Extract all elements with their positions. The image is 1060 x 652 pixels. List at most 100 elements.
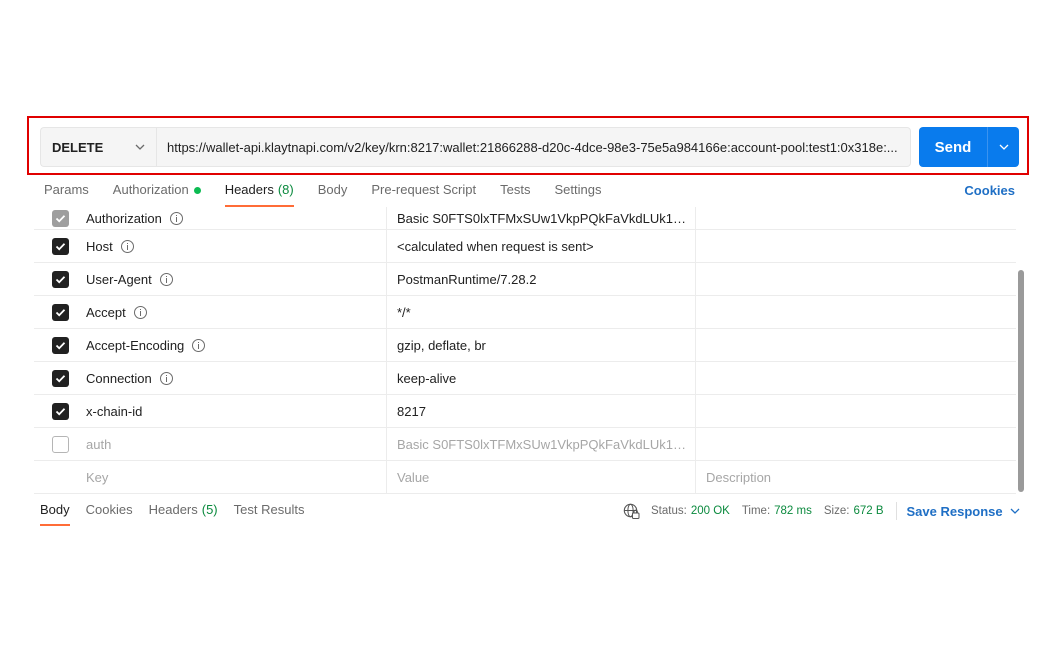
- info-icon[interactable]: [159, 371, 173, 385]
- table-row: Accept-Encoding gzip, deflate, br: [34, 329, 1016, 362]
- table-row: auth Basic S0FTS0lxTFMxSUw1VkpPQkFaVkdLU…: [34, 428, 1016, 461]
- save-response-label: Save Response: [906, 503, 1003, 519]
- info-icon[interactable]: [169, 211, 183, 225]
- key-input[interactable]: Key: [86, 461, 386, 493]
- check-icon: [55, 407, 65, 415]
- header-description[interactable]: [695, 296, 1016, 328]
- value-text: Basic S0FTS0lxTFMxSUw1VkpPQkFaVkdLUk1LOk…: [397, 210, 692, 226]
- tab-settings[interactable]: Settings: [554, 180, 601, 208]
- header-key[interactable]: x-chain-id: [86, 395, 386, 427]
- info-icon[interactable]: [192, 338, 206, 352]
- tab-label: Params: [44, 182, 89, 197]
- divider: [895, 502, 897, 520]
- value-text: PostmanRuntime/7.28.2: [397, 271, 537, 287]
- method-select[interactable]: DELETE: [40, 127, 156, 167]
- check-icon: [55, 374, 65, 382]
- check-icon: [55, 214, 65, 222]
- tab-authorization[interactable]: Authorization: [113, 180, 201, 208]
- checkbox-cell: [34, 428, 86, 460]
- tab-response-body[interactable]: Body: [40, 500, 70, 526]
- header-description[interactable]: [695, 428, 1016, 460]
- value-text: <calculated when request is sent>: [397, 238, 594, 254]
- tab-pre-request-script[interactable]: Pre-request Script: [371, 180, 476, 208]
- header-value[interactable]: */*: [386, 296, 695, 328]
- header-key[interactable]: Host: [86, 230, 386, 262]
- tab-response-cookies[interactable]: Cookies: [86, 500, 133, 526]
- value-input[interactable]: Value: [386, 461, 695, 493]
- url-input[interactable]: https://wallet-api.klaytnapi.com/v2/key/…: [156, 127, 911, 167]
- header-value[interactable]: gzip, deflate, br: [386, 329, 695, 361]
- checkbox[interactable]: [51, 402, 69, 420]
- response-status-bar: Status: 200 OK Time: 782 ms Size: 672 B …: [623, 502, 1021, 520]
- tab-label: Test Results: [233, 502, 305, 517]
- time-label: Time:: [741, 505, 771, 517]
- url-text: https://wallet-api.klaytnapi.com/v2/key/…: [167, 139, 898, 155]
- header-value[interactable]: keep-alive: [386, 362, 695, 394]
- size-value[interactable]: 672 B: [853, 505, 883, 517]
- key-text: User-Agent: [86, 271, 152, 287]
- tab-label: Pre-request Script: [371, 182, 477, 197]
- header-description[interactable]: [695, 207, 1016, 229]
- header-key[interactable]: auth: [86, 428, 386, 460]
- checkbox-cell: [34, 263, 86, 295]
- tab-params[interactable]: Params: [44, 180, 89, 208]
- info-icon[interactable]: [133, 305, 147, 319]
- send-options-button[interactable]: [987, 127, 1019, 167]
- globe-lock-icon[interactable]: [623, 503, 640, 520]
- response-tabs: Body Cookies Headers (5) Test Results: [40, 500, 320, 526]
- checkbox[interactable]: [51, 237, 69, 255]
- header-description[interactable]: [695, 395, 1016, 427]
- tab-body[interactable]: Body: [318, 180, 348, 208]
- value-placeholder: Value: [397, 469, 430, 485]
- description-input[interactable]: Description: [695, 461, 1016, 493]
- checkbox[interactable]: [51, 369, 69, 387]
- tab-test-results[interactable]: Test Results: [234, 500, 305, 526]
- header-key[interactable]: Authorization: [86, 207, 386, 229]
- cookies-link[interactable]: Cookies: [964, 183, 1015, 198]
- tab-response-headers[interactable]: Headers (5): [149, 500, 218, 526]
- status-value[interactable]: 200 OK: [691, 505, 730, 517]
- send-label: Send: [934, 138, 972, 156]
- header-key[interactable]: Accept-Encoding: [86, 329, 386, 361]
- checkbox[interactable]: [51, 270, 69, 288]
- info-icon[interactable]: [159, 272, 173, 286]
- checkbox[interactable]: [51, 209, 69, 227]
- header-description[interactable]: [695, 230, 1016, 262]
- check-icon: [55, 275, 65, 283]
- request-tabs: Params Authorization Headers (8) Body Pre…: [44, 180, 625, 208]
- header-value[interactable]: 8217: [386, 395, 695, 427]
- send-button[interactable]: Send: [919, 127, 987, 167]
- tab-label: Body: [40, 502, 70, 517]
- checkbox-cell: [34, 296, 86, 328]
- header-description[interactable]: [695, 263, 1016, 295]
- time-value[interactable]: 782 ms: [774, 505, 812, 517]
- checkbox[interactable]: [51, 303, 69, 321]
- status-dot-icon: [193, 187, 201, 194]
- table-row: User-Agent PostmanRuntime/7.28.2: [34, 263, 1016, 296]
- checkbox[interactable]: [51, 336, 69, 354]
- tab-headers[interactable]: Headers (8): [224, 180, 294, 208]
- info-icon[interactable]: [120, 239, 134, 253]
- header-description[interactable]: [695, 329, 1016, 361]
- save-response-button[interactable]: Save Response: [907, 504, 1021, 519]
- tab-tests[interactable]: Tests: [500, 180, 530, 208]
- header-value[interactable]: Basic S0FTS0lxTFMxSUw1VkpPQkFaVkdLUk1LOk…: [386, 207, 695, 229]
- header-key[interactable]: Accept: [86, 296, 386, 328]
- header-value[interactable]: <calculated when request is sent>: [386, 230, 695, 262]
- header-key[interactable]: User-Agent: [86, 263, 386, 295]
- value-text: Basic S0FTS0lxTFMxSUw1VkpPQkFaVkdLUk1LOk…: [397, 436, 692, 452]
- tab-label: Headers: [224, 182, 274, 197]
- header-value[interactable]: PostmanRuntime/7.28.2: [386, 263, 695, 295]
- checkbox-cell: [34, 207, 86, 229]
- chevron-down-icon: [135, 144, 145, 150]
- header-value[interactable]: Basic S0FTS0lxTFMxSUw1VkpPQkFaVkdLUk1LOk…: [386, 428, 695, 460]
- header-description[interactable]: [695, 362, 1016, 394]
- header-key[interactable]: Connection: [86, 362, 386, 394]
- checkbox-cell: [34, 230, 86, 262]
- checkbox[interactable]: [51, 435, 69, 453]
- checkbox-cell: [34, 329, 86, 361]
- scrollbar-thumb[interactable]: [1018, 270, 1024, 492]
- tab-label: Tests: [500, 182, 531, 197]
- table-row: Host <calculated when request is sent>: [34, 230, 1016, 263]
- key-text: Accept: [86, 304, 126, 320]
